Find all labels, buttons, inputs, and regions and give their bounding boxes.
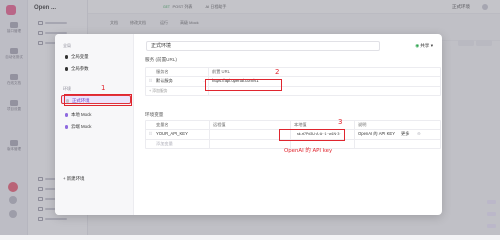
variables-section-label: 环境变量	[145, 112, 164, 117]
annotation-number-3: 3	[338, 118, 343, 126]
annotation-box-1	[64, 94, 132, 106]
environment-management-dialog: 全局 全局变量 全局参数 环境 正式环境 本地 Mock 云端 Mock + 新…	[55, 34, 442, 215]
add-service-link[interactable]: + 添加服务	[149, 89, 167, 94]
global-section-label: 全局	[63, 43, 71, 48]
drag-handle-icon[interactable]: ⠿	[149, 77, 152, 85]
annotation-box-3	[279, 129, 345, 141]
annotation-number-2: 2	[275, 68, 280, 76]
delete-icon[interactable]: ⊖	[417, 130, 421, 138]
environment-name-input[interactable]: 正式环境	[146, 41, 380, 51]
annotation-box-2	[205, 79, 282, 91]
service-name-cell[interactable]: 默认服务	[156, 77, 173, 85]
env-item-local-mock[interactable]: 本地 Mock	[61, 110, 131, 119]
share-toggle[interactable]: ◉共享 ▾	[415, 41, 433, 50]
env-section-label: 环境	[63, 86, 71, 91]
service-table-header: 服务名 前置 URL	[146, 68, 440, 77]
chevron-down-icon: ▾	[430, 43, 433, 48]
table-row: ⠿ 默认服务 → https://api.openai.com/v1	[146, 77, 440, 87]
more-link[interactable]: 更多	[401, 130, 409, 138]
share-status-icon: ◉	[415, 43, 420, 48]
add-variable-input[interactable]: 添加变量	[156, 140, 173, 148]
environment-detail-panel: 正式环境 ◉共享 ▾ 服务 (前置URL) 服务名 前置 URL ⠿ 默认服务 …	[134, 34, 442, 215]
env-item-cloud-mock[interactable]: 云端 Mock	[61, 122, 131, 131]
globe-icon	[64, 52, 69, 61]
global-variables-item[interactable]: 全局变量	[61, 52, 131, 61]
mock-icon	[64, 110, 69, 119]
global-params-item[interactable]: 全局参数	[61, 64, 131, 73]
new-environment-button[interactable]: + 新建环境	[63, 176, 84, 182]
annotation-number-1: 1	[101, 84, 106, 92]
service-section-label: 服务 (前置URL)	[145, 57, 177, 62]
globe-icon	[64, 64, 69, 73]
variable-name-cell[interactable]: YOUR_API_KEY	[156, 130, 188, 138]
mock-icon	[64, 122, 69, 131]
drag-handle-icon[interactable]: ⠿	[149, 130, 152, 138]
annotation-note-3: OpenAI 的 API key	[284, 148, 333, 154]
environment-list-panel: 全局 全局变量 全局参数 环境 正式环境 本地 Mock 云端 Mock + 新…	[55, 34, 134, 215]
description-cell[interactable]: OpenAI 的 API KEY	[358, 130, 395, 138]
service-table: 服务名 前置 URL ⠿ 默认服务 → https://api.openai.c…	[145, 67, 441, 96]
